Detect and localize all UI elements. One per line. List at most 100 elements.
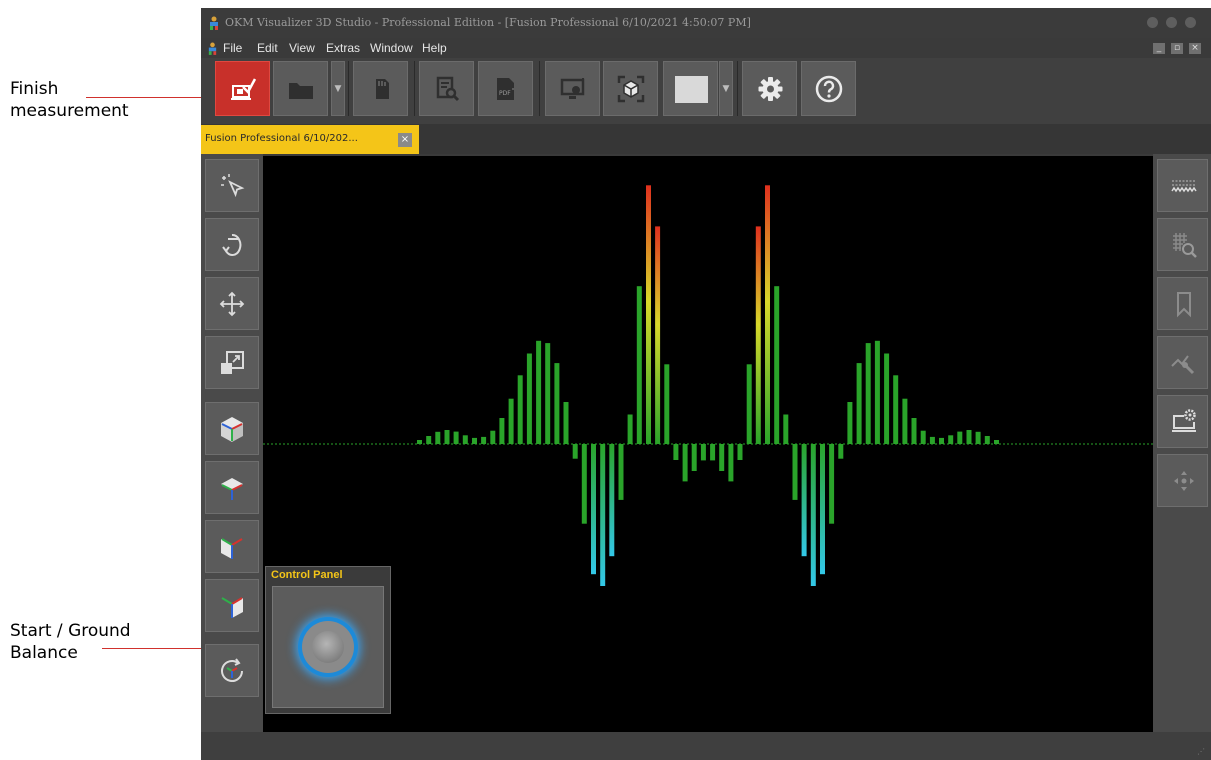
view-front-button[interactable] [205,520,259,573]
bookmark-button[interactable] [1157,277,1208,330]
menu-bar: File Edit View Extras Window Help _ ▫ × [201,38,1211,58]
document-tab[interactable]: Fusion Professional 6/10/202... × [201,125,419,154]
menu-edit[interactable]: Edit [257,41,278,55]
scan-bar [526,353,532,444]
scan-bar [673,444,679,460]
resize-icon [221,351,244,374]
scan-bar [636,286,642,444]
color-select-button[interactable] [663,61,718,116]
signal-probe-icon [1171,355,1195,375]
device-settings-button[interactable] [1157,395,1208,448]
toolbar-separator [348,61,349,116]
scan-graph [263,185,1153,586]
view-perspective-button[interactable] [205,402,259,455]
menu-window[interactable]: Window [370,41,413,55]
view-side-button[interactable] [205,579,259,632]
scan-bar [462,435,468,444]
open-folder-button[interactable] [273,61,328,116]
scan-bar [746,364,752,444]
scan-bar [829,444,835,524]
navigation-button[interactable] [1157,454,1208,507]
finish-measurement-icon [231,78,257,100]
side-view-cube-icon [221,597,243,618]
scan-bar [710,444,716,461]
scan-bar [719,444,725,471]
3d-view-button[interactable] [603,61,658,116]
scan-bar [554,363,560,444]
measure-tool-button[interactable] [1157,336,1208,389]
export-pdf-button[interactable]: PDF [478,61,533,116]
report-search-button[interactable] [419,61,474,116]
sd-card-icon [376,79,389,99]
tab-close-button[interactable]: × [398,133,412,147]
scan-bar [801,444,807,557]
scan-bar [847,402,853,444]
finish-measurement-button[interactable] [215,61,270,116]
mdi-restore-button[interactable]: ▫ [1171,43,1183,54]
mdi-minimize-button[interactable]: _ [1153,43,1165,54]
document-tab-label: Fusion Professional 6/10/202... [205,133,358,144]
menu-file[interactable]: File [223,41,242,55]
settings-button[interactable] [742,61,797,116]
document-search-icon [436,76,460,102]
menu-app-icon[interactable] [207,42,218,55]
svg-text:PDF: PDF [499,90,511,97]
rotate-icon [222,233,242,256]
mdi-close-button[interactable]: × [1189,43,1201,54]
scan-bar [948,435,954,444]
help-icon [815,75,843,103]
folder-icon [289,83,313,99]
reset-view-button[interactable] [205,644,259,697]
reset-rotation-icon [221,658,243,682]
window-close-button[interactable] [1185,17,1196,28]
scan-bar [737,444,743,460]
move-tool-button[interactable] [205,277,259,330]
scan-bar [536,340,542,444]
main-toolbar: ▼ PDF ▼ [201,58,1211,124]
start-ground-balance-button[interactable] [302,621,354,673]
menu-view[interactable]: View [289,41,315,55]
toolbar-separator [539,61,540,116]
scan-bar [902,398,908,444]
scan-bar [774,286,780,444]
scan-bar [755,226,761,444]
color-dropdown-arrow[interactable]: ▼ [719,61,733,116]
scan-bar [765,185,770,445]
window-title: OKM Visualizer 3D Studio - Professional … [225,16,751,29]
document-tab-strip: Fusion Professional 6/10/202... × [201,124,1211,154]
window-maximize-button[interactable] [1166,17,1177,28]
bookmark-icon [1177,292,1191,318]
menu-extras[interactable]: Extras [326,41,360,55]
grid-analysis-button[interactable] [1157,218,1208,271]
rgb-cube-icon [221,417,243,442]
scan-bar [545,343,551,444]
scan-bar [426,436,432,444]
scale-tool-button[interactable] [205,336,259,389]
scan-bar [884,353,890,444]
open-dropdown-arrow[interactable]: ▼ [331,61,345,116]
sd-card-button[interactable] [353,61,408,116]
toolbar-separator [414,61,415,116]
scan-bar [792,444,798,500]
start-callout-line2: Balance [10,643,78,663]
finish-callout-line2: measurement [10,101,129,121]
scan-bar [627,414,633,444]
screenshot-button[interactable] [545,61,600,116]
scan-viewport[interactable] [263,156,1153,732]
window-minimize-button[interactable] [1147,17,1158,28]
rotate-tool-button[interactable] [205,218,259,271]
menu-help[interactable]: Help [422,41,447,55]
scan-bar [966,430,972,444]
scan-bar [508,398,514,444]
help-button[interactable] [801,61,856,116]
ground-layer-icon [1171,180,1197,193]
resize-grip-icon[interactable]: ⋰ [1197,747,1205,756]
scan-bar [453,431,459,444]
surface-filter-button[interactable] [1157,159,1208,212]
scan-bar [700,444,706,461]
select-tool-button[interactable] [205,159,259,212]
scan-bar [856,363,862,444]
control-panel: Control Panel [265,566,391,714]
view-top-button[interactable] [205,461,259,514]
status-bar: ⋰ [201,732,1211,760]
